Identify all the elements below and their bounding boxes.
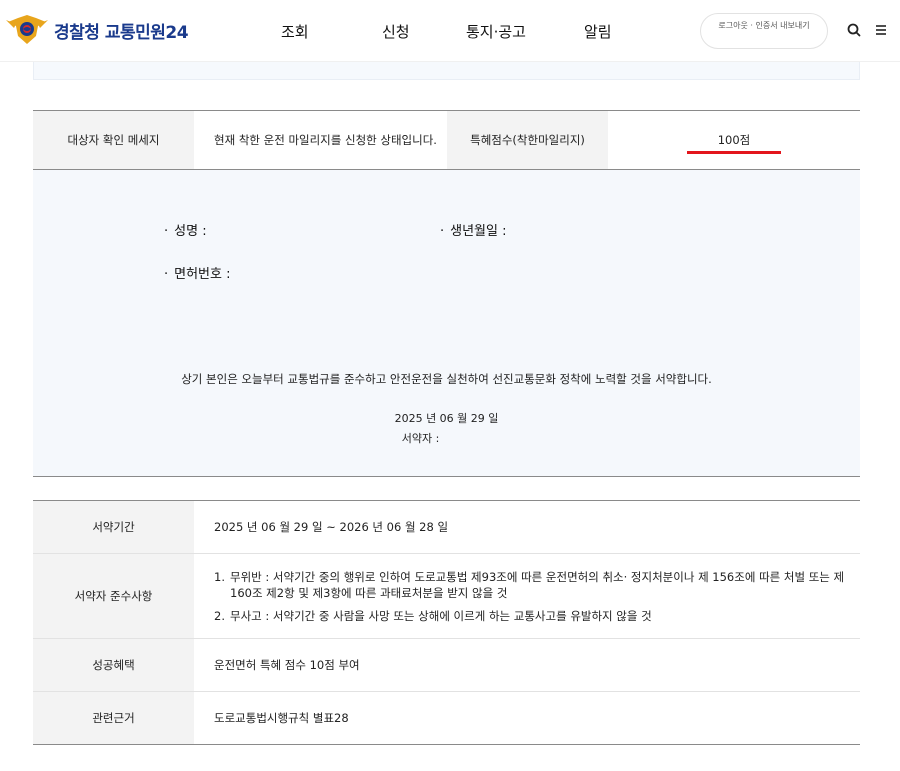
signer-label: 서약자 :	[401, 432, 440, 445]
site-header: 경찰청 교통민원24 조회 신청 통지·공고 알림 로그아웃 · 인증서 내보내…	[0, 0, 900, 62]
birth-field: · 생년월일 :	[440, 220, 507, 239]
name-field: · 성명 :	[164, 220, 207, 239]
points-label: 특혜점수(착한마일리지)	[447, 111, 608, 169]
nav-item-inquiry[interactable]: 조회	[281, 21, 309, 42]
logout-certificate-button[interactable]: 로그아웃 · 인증서 내보내기	[700, 13, 828, 49]
benefit-value: 운전면허 특혜 점수 10점 부여	[214, 658, 360, 672]
police-emblem-icon	[6, 15, 48, 44]
nav-item-application[interactable]: 신청	[382, 21, 410, 42]
search-icon[interactable]	[846, 21, 862, 39]
table-row: 서약기간 2025 년 06 월 29 일 ~ 2026 년 06 월 28 일	[33, 501, 860, 554]
basis-label: 관련근거	[33, 692, 194, 744]
license-field: · 면허번호 :	[164, 263, 231, 282]
logo-text: 경찰청 교통민원24	[54, 22, 189, 43]
list-item: 1. 무위반 : 서약기간 중의 행위로 인하여 도로교통법 제93조에 따른 운…	[214, 569, 845, 600]
benefit-label: 성공혜택	[33, 639, 194, 691]
basis-value: 도로교통법시행규칙 별표28	[214, 711, 349, 725]
site-logo[interactable]: 경찰청 교통민원24	[6, 14, 189, 46]
points-value: 100점	[608, 111, 860, 169]
table-row: 성공혜택 운전면허 특혜 점수 10점 부여	[33, 639, 860, 692]
rules-value: 1. 무위반 : 서약기간 중의 행위로 인하여 도로교통법 제93조에 따른 운…	[214, 554, 850, 638]
nav-item-notice[interactable]: 통지·공고	[466, 21, 526, 42]
points-highlight-underline	[687, 151, 781, 154]
pledge-date: 2025 년 06 월 29 일	[394, 412, 499, 425]
bullet-icon: ·	[164, 224, 169, 239]
name-label: 성명 :	[174, 224, 207, 239]
table-row: 관련근거 도로교통법시행규칙 별표28	[33, 692, 860, 745]
list-item: 2. 무사고 : 서약기간 중 사람을 사망 또는 상해에 이르게 하는 교통사고…	[214, 608, 652, 623]
bullet-icon: ·	[440, 224, 445, 239]
menu-icon[interactable]	[873, 21, 889, 39]
period-label: 서약기간	[33, 501, 194, 553]
period-value: 2025 년 06 월 29 일 ~ 2026 년 06 월 28 일	[214, 520, 449, 534]
birth-label: 생년월일 :	[450, 224, 507, 239]
rules-list: 1. 무위반 : 서약기간 중의 행위로 인하여 도로교통법 제93조에 따른 운…	[214, 569, 850, 624]
license-label: 면허번호 :	[174, 267, 231, 282]
nav-item-alerts[interactable]: 알림	[584, 21, 612, 42]
applicant-status-table: 대상자 확인 메세지 현재 착한 운전 마일리지를 신청한 상태입니다. 특혜점…	[33, 110, 860, 170]
pledge-box: · 성명 : · 생년월일 : · 면허번호 : 상기 본인은 오늘부터 교통법규를 …	[33, 170, 860, 477]
pledge-details-table: 서약기간 2025 년 06 월 29 일 ~ 2026 년 06 월 28 일…	[33, 500, 860, 745]
pledge-statement: 상기 본인은 오늘부터 교통법규를 준수하고 안전운전을 실천하여 선진교통문화…	[181, 372, 712, 386]
previous-section-strip	[33, 62, 860, 80]
bullet-icon: ·	[164, 267, 169, 282]
table-row: 서약자 준수사항 1. 무위반 : 서약기간 중의 행위로 인하여 도로교통법 제…	[33, 554, 860, 639]
status-message: 현재 착한 운전 마일리지를 신청한 상태입니다.	[214, 111, 439, 169]
status-label: 대상자 확인 메세지	[33, 111, 194, 169]
rules-label: 서약자 준수사항	[33, 554, 194, 638]
